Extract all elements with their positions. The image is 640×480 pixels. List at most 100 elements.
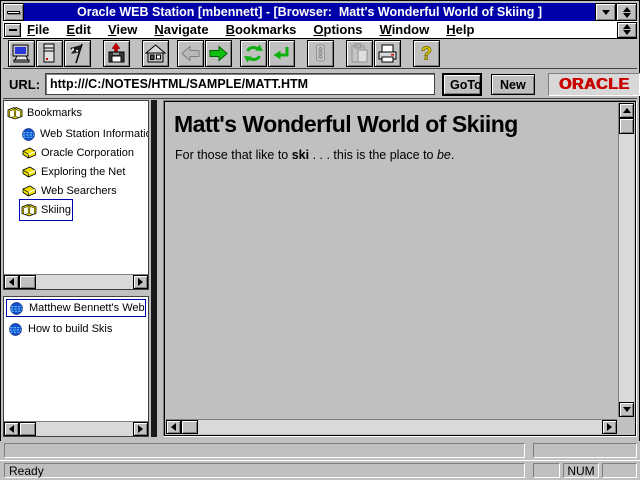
scroll-left-icon (9, 425, 14, 433)
url-row: URL: GoTo New ORACLE (3, 70, 637, 99)
oracle-logo: ORACLE (559, 76, 630, 94)
para-text: . (451, 148, 454, 162)
computer-button[interactable] (8, 40, 35, 67)
menu-bar: File Edit View Navigate Bookmarks Option… (3, 21, 637, 39)
return-link-button[interactable] (268, 40, 295, 67)
scroll-right-icon (138, 278, 143, 286)
help-button[interactable]: ? (413, 40, 440, 67)
svg-text:?: ? (421, 44, 432, 64)
progress-message-panel (4, 443, 525, 458)
bookmarks-root-item[interactable]: Bookmarks (7, 104, 82, 122)
print-icon (376, 42, 399, 65)
server-icon (38, 42, 61, 65)
bookmark-item-exploring-the-net[interactable]: Exploring the Net (21, 163, 125, 181)
save-upload-button[interactable] (103, 40, 130, 67)
status-message-panel: Ready (4, 463, 525, 478)
print-button[interactable] (374, 40, 401, 67)
url-label: URL: (9, 77, 40, 92)
bookmark-item-web-searchers[interactable]: Web Searchers (21, 182, 117, 200)
bookmark-item-skiing[interactable]: Skiing (21, 201, 71, 219)
num-lock-indicator: NUM (563, 463, 599, 478)
system-menu-button[interactable] (3, 3, 24, 21)
home-icon (144, 42, 167, 65)
history-label: How to build Skis (28, 323, 112, 335)
goto-button-label: GoTo (450, 78, 482, 92)
forward-icon (207, 42, 230, 65)
app-window: Oracle WEB Station [mbennett] - [Browser… (0, 0, 640, 480)
new-button[interactable]: New (491, 74, 535, 95)
scroll-right-button[interactable] (133, 422, 148, 436)
goto-button[interactable]: GoTo (442, 73, 482, 96)
back-button[interactable] (177, 40, 204, 67)
web-page: Matt's Wonderful World of Skiing For tho… (168, 105, 616, 416)
bookmarks-hscrollbar (4, 274, 148, 289)
scroll-left-button[interactable] (4, 275, 19, 289)
book-closed-icon (21, 146, 37, 160)
para-italic-text: be (437, 148, 451, 162)
url-input[interactable] (45, 73, 435, 95)
scroll-left-button[interactable] (4, 422, 19, 436)
restore-button[interactable] (616, 3, 637, 21)
child-system-menu-icon (9, 29, 17, 31)
scroll-track[interactable] (198, 420, 602, 434)
paste-icon (348, 42, 371, 65)
scroll-up-button[interactable] (619, 103, 634, 118)
scroll-down-button[interactable] (619, 402, 634, 417)
bookmark-label: Skiing (41, 204, 71, 216)
scroll-right-button[interactable] (602, 420, 617, 434)
page-heading: Matt's Wonderful World of Skiing (174, 111, 616, 138)
home-button[interactable] (142, 40, 169, 67)
menu-view[interactable]: View (108, 22, 137, 37)
history-item-how-to-build-skis[interactable]: How to build Skis (6, 320, 146, 338)
globe-icon (9, 301, 24, 316)
server-button[interactable] (36, 40, 63, 67)
book-open-icon (21, 203, 37, 217)
book-closed-icon (21, 165, 37, 179)
menu-edit[interactable]: Edit (66, 22, 91, 37)
forward-button[interactable] (205, 40, 232, 67)
back-icon (179, 42, 202, 65)
oracle-logo-panel: ORACLE (548, 73, 640, 96)
progress-indicator-panel (533, 443, 637, 458)
computer-icon (10, 42, 33, 65)
child-system-menu-button[interactable] (4, 23, 21, 37)
menu-bookmarks[interactable]: Bookmarks (226, 22, 297, 37)
globe-icon (8, 322, 23, 337)
bookmark-item-web-station-information[interactable]: Web Station Information (21, 125, 149, 143)
menu-options[interactable]: Options (313, 22, 362, 37)
status-bar: Ready NUM (0, 460, 640, 480)
flag-icon (66, 42, 89, 65)
scroll-thumb[interactable] (19, 422, 36, 436)
scroll-thumb[interactable] (181, 420, 198, 434)
bookmark-item-oracle-corporation[interactable]: Oracle Corporation (21, 144, 134, 162)
status-cell-2 (602, 463, 637, 478)
book-open-icon (7, 106, 23, 120)
scroll-track[interactable] (36, 275, 133, 289)
minimize-button[interactable] (595, 3, 616, 21)
menu-navigate[interactable]: Navigate (154, 22, 208, 37)
scroll-track[interactable] (36, 422, 133, 436)
scroll-left-button[interactable] (166, 420, 181, 434)
title-bar: Oracle WEB Station [mbennett] - [Browser… (3, 3, 637, 21)
reload-icon (242, 42, 265, 65)
status-cell-1 (533, 463, 560, 478)
reload-button[interactable] (240, 40, 267, 67)
menu-window[interactable]: Window (380, 22, 430, 37)
save-upload-icon (105, 42, 128, 65)
history-item-matthew-bennetts-web-page[interactable]: Matthew Bennett's Web Pa (6, 299, 146, 317)
scroll-thumb[interactable] (619, 118, 634, 134)
menu-file[interactable]: File (27, 22, 49, 37)
menu-help[interactable]: Help (446, 22, 474, 37)
scroll-right-button[interactable] (133, 275, 148, 289)
scroll-track[interactable] (619, 134, 634, 402)
child-restore-button[interactable] (617, 22, 637, 38)
page-paragraph: For those that like to ski . . . this is… (175, 148, 616, 162)
stoplight-button[interactable] (307, 40, 334, 67)
stoplight-icon (309, 42, 332, 65)
paste-button[interactable] (346, 40, 373, 67)
browser-content-pane: Matt's Wonderful World of Skiing For tho… (163, 100, 637, 437)
bookmark-label: Web Station Information (40, 128, 149, 140)
pane-splitter[interactable] (151, 100, 157, 437)
flag-button[interactable] (64, 40, 91, 67)
scroll-thumb[interactable] (19, 275, 36, 289)
